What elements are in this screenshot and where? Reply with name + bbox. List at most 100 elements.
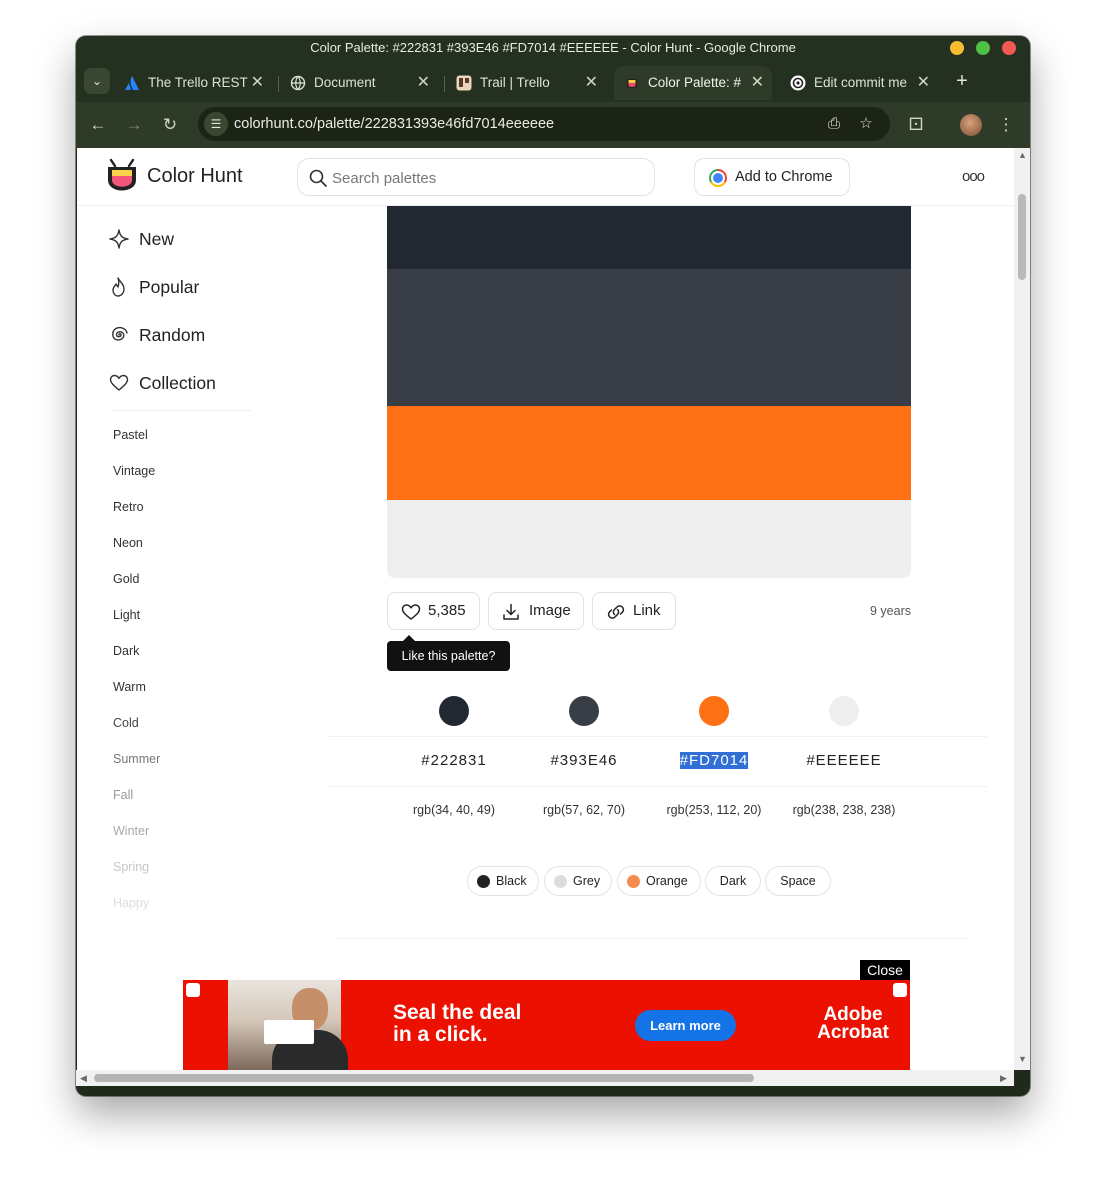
sidebar-item-popular[interactable]: Popular (109, 274, 199, 300)
ad-choices-icon[interactable] (186, 983, 200, 997)
vertical-scroll-thumb[interactable] (1018, 194, 1026, 280)
new-tab-button[interactable]: + (950, 69, 974, 93)
tab-trello-rest[interactable]: The Trello REST ✕ (114, 66, 272, 100)
forward-button[interactable]: → (122, 113, 146, 137)
address-bar[interactable]: ☰ colorhunt.co/palette/222831393e46fd701… (198, 107, 890, 141)
color-dot-4[interactable] (829, 696, 859, 726)
flame-icon (112, 277, 125, 297)
profile-avatar[interactable] (960, 114, 982, 136)
download-image-button[interactable]: Image (488, 592, 584, 630)
tag-chip-orange[interactable]: Orange (617, 866, 701, 896)
close-window-button[interactable] (1002, 41, 1016, 55)
rgb-value-4[interactable]: rgb(238, 238, 238) (779, 803, 909, 817)
horizontal-scroll-thumb[interactable] (94, 1074, 754, 1082)
ad-headline: Seal the deal in a click. (393, 1001, 522, 1046)
horizontal-scrollbar[interactable]: ◀ ▶ (76, 1070, 1014, 1086)
site-header: Color Hunt Add to Chrome ooo (77, 148, 1014, 206)
tab-close-icon[interactable]: ✕ (251, 66, 264, 100)
tab-label: The Trello REST (148, 75, 248, 90)
tab-color-palette[interactable]: Color Palette: # ✕ (614, 66, 772, 100)
sidebar-tag-vintage[interactable]: Vintage (113, 464, 155, 478)
back-button[interactable]: ← (86, 113, 110, 137)
hex-code-3[interactable]: #FD7014 (649, 752, 779, 769)
sidebar-tag-cold[interactable]: Cold (113, 716, 139, 730)
address-url[interactable]: colorhunt.co/palette/222831393e46fd7014e… (234, 107, 554, 141)
sidebar-tag-warm[interactable]: Warm (113, 680, 146, 694)
palette-swatch-1[interactable] (387, 206, 911, 269)
color-hunt-logo[interactable] (105, 158, 139, 194)
hex-code-2[interactable]: #393E46 (519, 752, 649, 769)
link-label: Link (633, 602, 661, 619)
rgb-value-1[interactable]: rgb(34, 40, 49) (389, 803, 519, 817)
search-box[interactable] (297, 158, 655, 196)
color-dot-1[interactable] (439, 696, 469, 726)
tab-edit-commit[interactable]: Edit commit me ✕ (780, 66, 938, 100)
palette-swatch-2[interactable] (387, 269, 911, 406)
color-dot-icon (554, 875, 567, 888)
tab-close-icon[interactable]: ✕ (917, 66, 930, 100)
tag-chip-black[interactable]: Black (467, 866, 539, 896)
sidebar-tag-dark[interactable]: Dark (113, 644, 139, 658)
ad-learn-more-button[interactable]: Learn more (635, 1010, 736, 1041)
tab-search-button[interactable]: ⌄ (84, 68, 110, 94)
sidebar-item-collection[interactable]: Collection (109, 370, 216, 396)
search-input[interactable] (332, 167, 632, 189)
sidebar-tag-neon[interactable]: Neon (113, 536, 143, 550)
sidebar-tag-happy[interactable]: Happy (113, 896, 149, 910)
palette-swatch-3[interactable] (387, 406, 911, 500)
rgb-value-3[interactable]: rgb(253, 112, 20) (649, 803, 779, 817)
minimize-button[interactable] (950, 41, 964, 55)
ad-photo (228, 980, 348, 1070)
sidebar-tag-fall[interactable]: Fall (113, 788, 133, 802)
sidebar-tag-summer[interactable]: Summer (113, 752, 160, 766)
trello-icon (456, 75, 472, 91)
hex-code-4[interactable]: #EEEEEE (779, 752, 909, 769)
hex-code-1[interactable]: #222831 (389, 752, 519, 769)
heart-icon (401, 604, 421, 620)
sidebar-tag-retro[interactable]: Retro (113, 500, 144, 514)
vertical-scrollbar[interactable]: ▲ ▼ (1014, 148, 1030, 1070)
brand-name[interactable]: Color Hunt (147, 165, 243, 188)
ad-banner[interactable]: Seal the deal in a click. Learn more Ado… (183, 980, 910, 1070)
ad-info-icon[interactable] (893, 983, 907, 997)
image-label: Image (529, 602, 571, 619)
maximize-button[interactable] (976, 41, 990, 55)
tab-close-icon[interactable]: ✕ (751, 66, 764, 100)
palette-swatch-4[interactable] (387, 500, 911, 578)
sidebar-tag-light[interactable]: Light (113, 608, 140, 622)
sidebar-item-random[interactable]: Random (109, 322, 205, 348)
sidebar-tag-winter[interactable]: Winter (113, 824, 149, 838)
atlassian-icon (125, 76, 139, 90)
sidebar-tag-spring[interactable]: Spring (113, 860, 149, 874)
ad-close-button[interactable]: Close (860, 960, 910, 980)
heart-icon (109, 374, 129, 391)
color-dot-3[interactable] (699, 696, 729, 726)
tab-label: Color Palette: # (648, 75, 742, 90)
like-button[interactable]: 5,385 (387, 592, 480, 630)
tab-trail-trello[interactable]: Trail | Trello ✕ (446, 66, 606, 100)
color-dot-2[interactable] (569, 696, 599, 726)
tab-document[interactable]: Document ✕ (280, 66, 438, 100)
tag-chip-dark[interactable]: Dark (705, 866, 761, 896)
add-to-chrome-button[interactable]: Add to Chrome (694, 158, 850, 196)
sidebar-tag-gold[interactable]: Gold (113, 572, 139, 586)
install-app-icon[interactable]: ⎙ (822, 112, 846, 136)
sidebar-tag-pastel[interactable]: Pastel (113, 428, 148, 442)
copy-link-button[interactable]: Link (592, 592, 676, 630)
extensions-icon[interactable]: ⚀ (904, 113, 928, 137)
sidebar-divider (111, 410, 251, 411)
palette-preview[interactable] (387, 206, 911, 578)
tab-close-icon[interactable]: ✕ (585, 66, 598, 100)
tab-close-icon[interactable]: ✕ (417, 66, 430, 100)
tag-chip-space[interactable]: Space (765, 866, 831, 896)
reload-button[interactable]: ↻ (158, 113, 182, 137)
bookmark-star-icon[interactable]: ☆ (854, 112, 878, 136)
site-info-icon[interactable]: ☰ (204, 112, 228, 136)
rgb-value-2[interactable]: rgb(57, 62, 70) (519, 803, 649, 817)
more-menu-icon[interactable]: ooo (962, 168, 985, 185)
adobe-acrobat-logo: Adobe Acrobat (817, 1004, 889, 1043)
chrome-menu-icon[interactable]: ⋮ (994, 113, 1018, 137)
tag-chip-grey[interactable]: Grey (544, 866, 612, 896)
color-dot-icon (477, 875, 490, 888)
sidebar-item-new[interactable]: New (109, 226, 174, 252)
